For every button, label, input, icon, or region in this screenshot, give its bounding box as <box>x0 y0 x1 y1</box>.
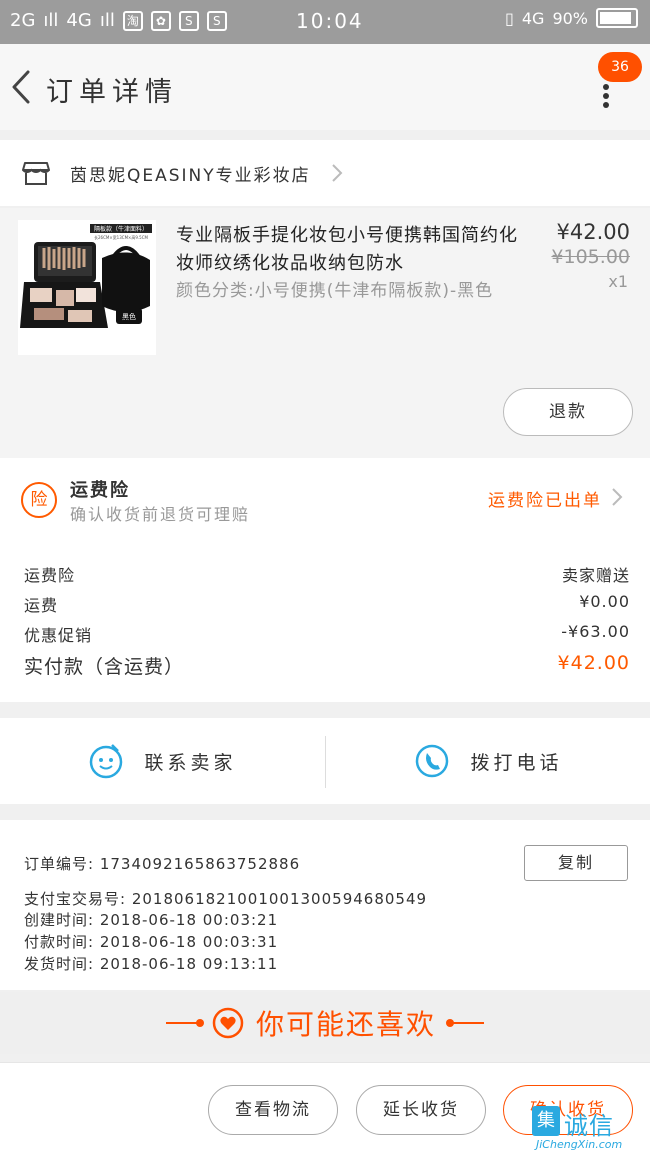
contact-seller-label: 联系卖家 <box>144 751 237 774</box>
app-notification-icon: S <box>206 10 227 31</box>
product-title[interactable]: 专业隔板手提化妆包小号便携韩国简约化妆师纹绣化妆品收纳包防水 <box>176 222 526 278</box>
decor-line <box>446 1019 484 1027</box>
order-number: 订单编号: 1734092165863752886 <box>24 855 301 873</box>
created-time: 创建时间: 2018-06-18 00:03:21 <box>24 911 279 929</box>
decor-line <box>165 1019 204 1027</box>
call-phone-button[interactable]: 拨打电话 <box>326 718 650 804</box>
makeup-bag-image: 隔板款（牛津面料） 长26CM×宽13CM×高9.5CM 黑色 <box>18 220 156 355</box>
original-price: ¥105.00 <box>551 246 630 268</box>
extend-receipt-button[interactable]: 延长收货 <box>356 1085 486 1135</box>
contact-seller-button[interactable]: 联系卖家 <box>0 718 325 804</box>
wechat-notification-icon: ✿ <box>150 10 171 31</box>
contact-bar: 联系卖家 拨打电话 <box>0 718 650 804</box>
paid-time: 付款时间: 2018-06-18 00:03:31 <box>24 933 279 951</box>
thumb-color-tag: 黑色 <box>122 312 136 321</box>
refund-button[interactable]: 退款 <box>503 388 633 436</box>
insurance-icon: 险 <box>21 482 57 518</box>
shop-icon <box>22 162 50 185</box>
back-arrow-icon[interactable] <box>8 66 38 108</box>
chat-face-icon <box>90 744 123 779</box>
battery-fill <box>600 12 631 24</box>
insurance-status-link[interactable]: 运费险已出单 <box>488 486 602 511</box>
chevron-right-icon <box>331 164 343 182</box>
shipped-time: 发货时间: 2018-06-18 09:13:11 <box>24 955 279 973</box>
status-left: 2G ıll 4G ıll 淘 ✿ S S <box>10 10 227 31</box>
recommend-header: 你可能还喜欢 <box>0 992 650 1054</box>
status-time: 10:04 <box>296 9 364 33</box>
chevron-right-icon[interactable] <box>610 486 624 508</box>
vibrate-icon: ▯ <box>505 8 514 28</box>
watermark-logo: 集 <box>532 1106 560 1136</box>
fee-row-shipping: 运费 ¥0.00 <box>24 592 630 616</box>
thumb-label: 隔板款（牛津面料） <box>94 225 148 233</box>
insurance-subtitle: 确认收货前退货可理赔 <box>70 505 251 524</box>
shop-row[interactable]: 茵思妮QEASINY专业彩妆店 <box>0 140 650 206</box>
site-watermark: 集 诚信 JiChengXin.com <box>532 1106 648 1154</box>
insurance-title: 运费险 <box>70 480 130 501</box>
watermark-text: 诚信 <box>564 1112 614 1140</box>
shop-name: 茵思妮QEASINY专业彩妆店 <box>70 165 311 186</box>
fee-row-insurance: 运费险 卖家赠送 <box>24 562 630 586</box>
product-thumbnail[interactable]: 隔板款（牛津面料） 长26CM×宽13CM×高9.5CM 黑色 <box>18 220 156 355</box>
view-logistics-button[interactable]: 查看物流 <box>208 1085 338 1135</box>
signal-2g: 2G <box>10 10 36 31</box>
fee-row-discount: 优惠促销 -¥63.00 <box>24 622 630 646</box>
heart-icon <box>212 1007 244 1039</box>
battery-icon <box>596 8 638 28</box>
alipay-number: 支付宝交易号: 2018061821001001300594680549 <box>24 890 428 908</box>
watermark-url: JiChengXin.com <box>536 1138 623 1151</box>
app-notification-icon: S <box>178 10 199 31</box>
call-phone-label: 拨打电话 <box>470 751 563 774</box>
header: 订单详情 36 <box>0 44 650 130</box>
fee-value: -¥63.00 <box>561 622 630 641</box>
fee-value: 卖家赠送 <box>561 566 630 585</box>
signal-bars-icon: ıll <box>99 10 115 31</box>
signal-4g: 4G <box>66 10 92 31</box>
total-paid-row: 实付款（含运费） ¥42.00 <box>24 652 630 679</box>
product-sku: 颜色分类:小号便携(牛津布隔板款)-黑色 <box>176 281 494 301</box>
fee-label: 优惠促销 <box>24 626 93 645</box>
product-price: ¥42.00 <box>556 220 630 244</box>
copy-button[interactable]: 复制 <box>524 845 628 881</box>
status-right: ▯ 4G 90% <box>505 8 638 28</box>
phone-icon <box>416 744 449 778</box>
order-info-section: 订单编号: 1734092165863752886 复制 支付宝交易号: 201… <box>0 820 650 990</box>
product-card[interactable]: 隔板款（牛津面料） 长26CM×宽13CM×高9.5CM 黑色 专业隔板手提化妆… <box>0 208 650 458</box>
product-quantity: x1 <box>608 272 628 291</box>
shipping-insurance-section: 险 运费险 确认收货前退货可理赔 运费险已出单 运费险 卖家赠送 运费 ¥0.0… <box>0 458 650 702</box>
thumb-sub: 长26CM×宽13CM×高9.5CM <box>94 234 149 240</box>
page-title: 订单详情 <box>46 77 178 108</box>
taobao-notification-icon: 淘 <box>122 10 143 31</box>
network-type: 4G <box>521 8 545 28</box>
battery-percent: 90% <box>552 8 588 28</box>
signal-bars-icon: ıll <box>43 10 59 31</box>
more-options-icon[interactable] <box>596 82 616 110</box>
fee-value: ¥0.00 <box>579 592 630 611</box>
notification-badge[interactable]: 36 <box>598 52 642 82</box>
total-value: ¥42.00 <box>557 652 630 674</box>
recommend-title: 你可能还喜欢 <box>255 1008 436 1041</box>
total-label: 实付款（含运费） <box>24 656 185 678</box>
fee-label: 运费 <box>24 596 59 615</box>
fee-label: 运费险 <box>24 566 76 585</box>
status-bar: 2G ıll 4G ıll 淘 ✿ S S 10:04 ▯ 4G 90% <box>0 0 650 44</box>
